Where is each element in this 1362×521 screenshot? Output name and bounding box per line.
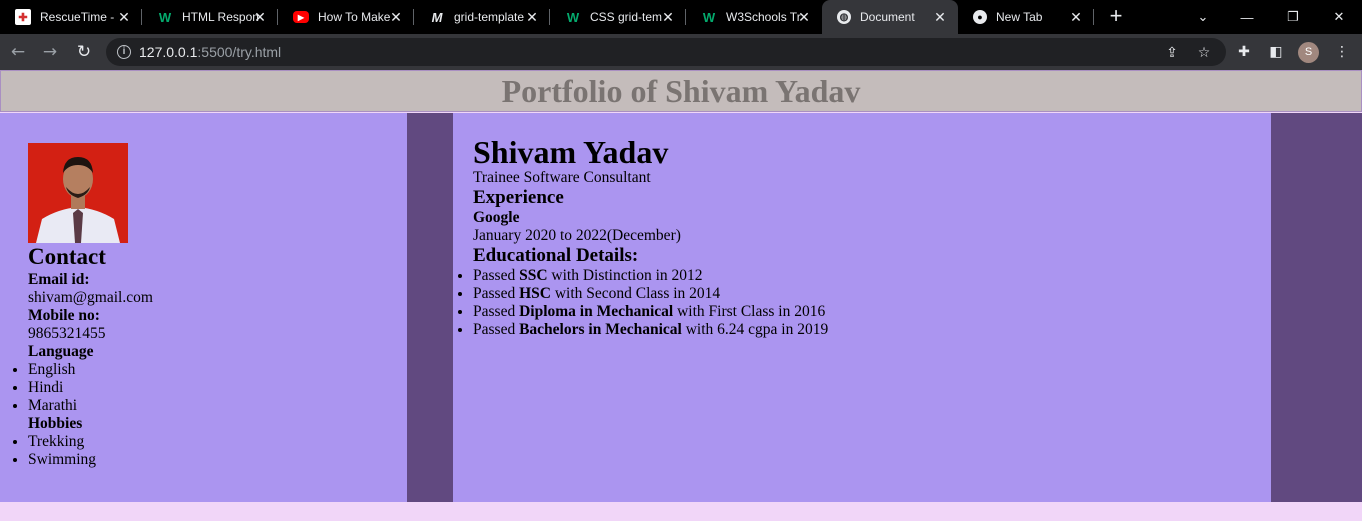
profile-photo [28, 143, 128, 243]
side-panel-icon[interactable]: ◧ [1268, 44, 1284, 60]
grid-gap [407, 113, 453, 502]
language-list: English Hindi Marathi [28, 361, 407, 415]
tab-strip: ✚ RescueTime - ✕ W HTML Respon ✕ ▶ How T… [0, 0, 1362, 34]
bookmark-star-icon[interactable]: ☆ [1196, 45, 1212, 61]
tab-title: Document [860, 10, 915, 24]
share-icon[interactable]: ⇪ [1164, 45, 1180, 61]
portfolio-grid: Contact Email id: shivam@gmail.com Mobil… [0, 113, 1362, 502]
page-header: Portfolio of Shivam Yadav [0, 70, 1362, 112]
chrome-icon: ● [973, 10, 987, 24]
page-title: Portfolio of Shivam Yadav [501, 72, 861, 109]
back-button[interactable]: ← [6, 40, 30, 64]
list-item: Marathi [28, 397, 407, 415]
arrow-left-icon: ← [10, 42, 26, 62]
url-text: 127.0.0.1:5500/try.html [139, 44, 282, 60]
email-value: shivam@gmail.com [28, 289, 153, 306]
tab-document[interactable]: ◍ Document ✕ [822, 0, 958, 34]
new-tab-button[interactable]: + [1104, 4, 1128, 28]
list-item: Passed SSC with Distinction in 2012 [473, 267, 1271, 285]
company-name: Google [473, 209, 520, 226]
hobbies-list: Trekking Swimming [28, 433, 407, 469]
minimize-icon: — [1240, 9, 1254, 25]
person-name: Shivam Yadav [473, 134, 669, 170]
tab-title: grid-template [454, 10, 525, 24]
tab-w3schools[interactable]: W W3Schools Tr ✕ [686, 0, 822, 34]
menu-kebab-icon[interactable]: ⋮ [1334, 44, 1350, 60]
browser-toolbar: ← → ↻ i 127.0.0.1:5500/try.html ⇪ ☆ ✚ ◧ … [0, 34, 1362, 70]
language-label: Language [28, 343, 94, 360]
profile-photo-image [28, 143, 128, 243]
tab-new-tab[interactable]: ● New Tab ✕ [958, 0, 1094, 34]
close-icon: ✕ [1333, 9, 1345, 24]
arrow-right-icon: → [42, 42, 58, 62]
tab-title: CSS grid-tem [590, 10, 663, 24]
page-viewport: Portfolio of Shivam Yadav Contact Email … [0, 70, 1362, 521]
close-icon[interactable]: ✕ [524, 9, 540, 25]
tab-title: How To Make [318, 10, 391, 24]
close-icon[interactable]: ✕ [660, 9, 676, 25]
mobile-label: Mobile no: [28, 307, 100, 324]
list-item: Passed Diploma in Mechanical with First … [473, 303, 1271, 321]
close-icon[interactable]: ✕ [1068, 9, 1084, 25]
tab-css-grid[interactable]: W CSS grid-tem ✕ [550, 0, 686, 34]
close-icon[interactable]: ✕ [796, 9, 812, 25]
education-list: Passed SSC with Distinction in 2012 Pass… [473, 267, 1271, 339]
list-item: Passed Bachelors in Mechanical with 6.24… [473, 321, 1271, 339]
mobile-value: 9865321455 [28, 325, 106, 342]
job-title: Trainee Software Consultant [473, 169, 651, 186]
close-window-button[interactable]: ✕ [1316, 0, 1362, 34]
extensions-puzzle-icon[interactable]: ✚ [1236, 44, 1252, 60]
contact-heading: Contact [28, 244, 106, 269]
profile-panel: Shivam Yadav Trainee Software Consultant… [453, 113, 1271, 502]
tab-search-button[interactable]: ⌄ [1180, 0, 1226, 34]
grid-gap [1271, 113, 1362, 502]
contact-details: Contact Email id: shivam@gmail.com Mobil… [28, 243, 407, 469]
chevron-down-icon: ⌄ [1197, 9, 1209, 24]
close-icon[interactable]: ✕ [116, 9, 132, 25]
w3schools-icon: W [702, 9, 716, 25]
mdn-icon: M [431, 9, 443, 25]
list-item: Trekking [28, 433, 407, 451]
list-item: English [28, 361, 407, 379]
close-icon[interactable]: ✕ [252, 9, 268, 25]
contact-panel: Contact Email id: shivam@gmail.com Mobil… [0, 113, 407, 502]
tab-title: W3Schools Tr [726, 10, 801, 24]
email-label: Email id: [28, 271, 90, 288]
w3schools-icon: W [158, 9, 172, 25]
reload-icon: ↻ [76, 42, 92, 62]
w3schools-icon: W [566, 9, 580, 25]
youtube-icon: ▶ [293, 11, 309, 23]
address-bar[interactable]: i 127.0.0.1:5500/try.html ⇪ ☆ [106, 38, 1226, 66]
forward-button[interactable]: → [38, 40, 62, 64]
rescuetime-icon: ✚ [15, 9, 31, 25]
tab-title: New Tab [996, 10, 1043, 24]
close-icon[interactable]: ✕ [932, 9, 948, 25]
info-icon[interactable]: i [117, 45, 131, 59]
education-heading: Educational Details: [473, 245, 639, 266]
list-item: Hindi [28, 379, 407, 397]
minimize-button[interactable]: — [1224, 0, 1270, 34]
tab-grid-template[interactable]: M grid-template ✕ [414, 0, 550, 34]
tab-youtube[interactable]: ▶ How To Make ✕ [278, 0, 414, 34]
tab-title: RescueTime - [40, 10, 115, 24]
tab-html-responsive[interactable]: W HTML Respon ✕ [142, 0, 278, 34]
reload-button[interactable]: ↻ [72, 40, 96, 64]
tab-rescuetime[interactable]: ✚ RescueTime - ✕ [0, 0, 142, 34]
restore-icon: ❐ [1287, 9, 1299, 24]
hobbies-label: Hobbies [28, 415, 83, 432]
list-item: Passed HSC with Second Class in 2014 [473, 285, 1271, 303]
profile-avatar[interactable]: S [1298, 42, 1319, 63]
close-icon[interactable]: ✕ [388, 9, 404, 25]
experience-duration: January 2020 to 2022(December) [473, 227, 681, 244]
list-item: Swimming [28, 451, 407, 469]
tab-title: HTML Respon [182, 10, 259, 24]
globe-icon: ◍ [837, 10, 851, 24]
tab-divider [1093, 9, 1094, 25]
restore-button[interactable]: ❐ [1270, 0, 1316, 34]
experience-heading: Experience [473, 187, 564, 208]
